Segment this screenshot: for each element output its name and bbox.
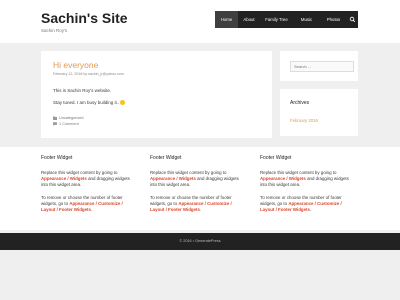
search-input[interactable] xyxy=(290,61,354,72)
footer-widget-text: To remove or choose the number of footer… xyxy=(150,195,246,213)
smiley-icon xyxy=(120,100,126,106)
widget-text-segment: Replace this widget content by going to xyxy=(41,170,118,175)
post-meta: February 12, 2016 by sachin_jr@yahoo.com xyxy=(53,72,124,76)
post-paragraph: Stay tuned. I am busy building it.. xyxy=(53,100,126,106)
post-category-row: Uncategorized xyxy=(53,116,83,120)
nav-item-home[interactable]: Home xyxy=(215,11,238,28)
search-icon[interactable] xyxy=(347,11,358,28)
widget-text-segment: . xyxy=(309,207,312,212)
appearance-widgets-link[interactable]: Appearance / Widgets xyxy=(41,176,87,181)
footer-widget-title: Footer Widget xyxy=(260,155,292,161)
archives-title: Archives xyxy=(290,100,310,106)
footer-widget-text: Replace this widget content by going to … xyxy=(150,170,246,188)
post-comments-row: 1 Comment xyxy=(53,122,79,126)
folder-icon xyxy=(53,116,57,120)
nav-item-music[interactable]: Music xyxy=(293,11,320,28)
widget-text-segment: Replace this widget content by going to xyxy=(150,170,227,175)
category-link[interactable]: Uncategorized xyxy=(59,116,83,120)
footer-widget-title: Footer Widget xyxy=(41,155,73,161)
site-header: Sachin's Site Sachin Roy's Home About Fa… xyxy=(0,0,400,43)
sidebar-archives-widget: Archives February 2016 xyxy=(280,89,358,136)
copyright-text: © 2016 • GeneratePress xyxy=(179,239,221,243)
footer-widget: Footer Widget Replace this widget conten… xyxy=(260,155,356,213)
post-title[interactable]: Hi everyone xyxy=(53,60,98,70)
footer-widget: Footer Widget Replace this widget conten… xyxy=(150,155,246,213)
site-info-bar: © 2016 • GeneratePress xyxy=(0,233,400,250)
main-navigation: Home About Family Tree Music Photos xyxy=(215,11,358,28)
footer-widget-text: Replace this widget content by going to … xyxy=(260,170,356,188)
appearance-widgets-link[interactable]: Appearance / Widgets xyxy=(260,176,306,181)
footer-widget-title: Footer Widget xyxy=(150,155,182,161)
footer-widget: Footer Widget Replace this widget conten… xyxy=(41,155,137,213)
nav-item-family-tree[interactable]: Family Tree xyxy=(260,11,293,28)
post-paragraph-text: Stay tuned. I am busy building it.. xyxy=(53,100,120,105)
footer-widget-text: To remove or choose the number of footer… xyxy=(41,195,137,213)
comment-icon xyxy=(53,122,57,126)
comments-link[interactable]: 1 Comment xyxy=(59,122,79,126)
footer-widget-text: Replace this widget content by going to … xyxy=(41,170,137,188)
post-paragraph: This is Sachin Roy's website. xyxy=(53,88,112,93)
sidebar-search-widget xyxy=(280,51,358,81)
widget-text-segment: Replace this widget content by going to xyxy=(260,170,337,175)
footer-widget-text: To remove or choose the number of footer… xyxy=(260,195,356,213)
nav-item-photos[interactable]: Photos xyxy=(320,11,347,28)
site-title[interactable]: Sachin's Site xyxy=(41,10,128,26)
widget-text-segment: . xyxy=(199,207,202,212)
site-description: Sachin Roy's xyxy=(41,28,68,33)
footer-widgets: Footer Widget Replace this widget conten… xyxy=(0,147,400,230)
appearance-widgets-link[interactable]: Appearance / Widgets xyxy=(150,176,196,181)
archives-link[interactable]: February 2016 xyxy=(290,118,318,123)
nav-item-about[interactable]: About xyxy=(238,11,260,28)
post-article: Hi everyone February 12, 2016 by sachin_… xyxy=(41,51,272,138)
widget-text-segment: . xyxy=(90,207,93,212)
